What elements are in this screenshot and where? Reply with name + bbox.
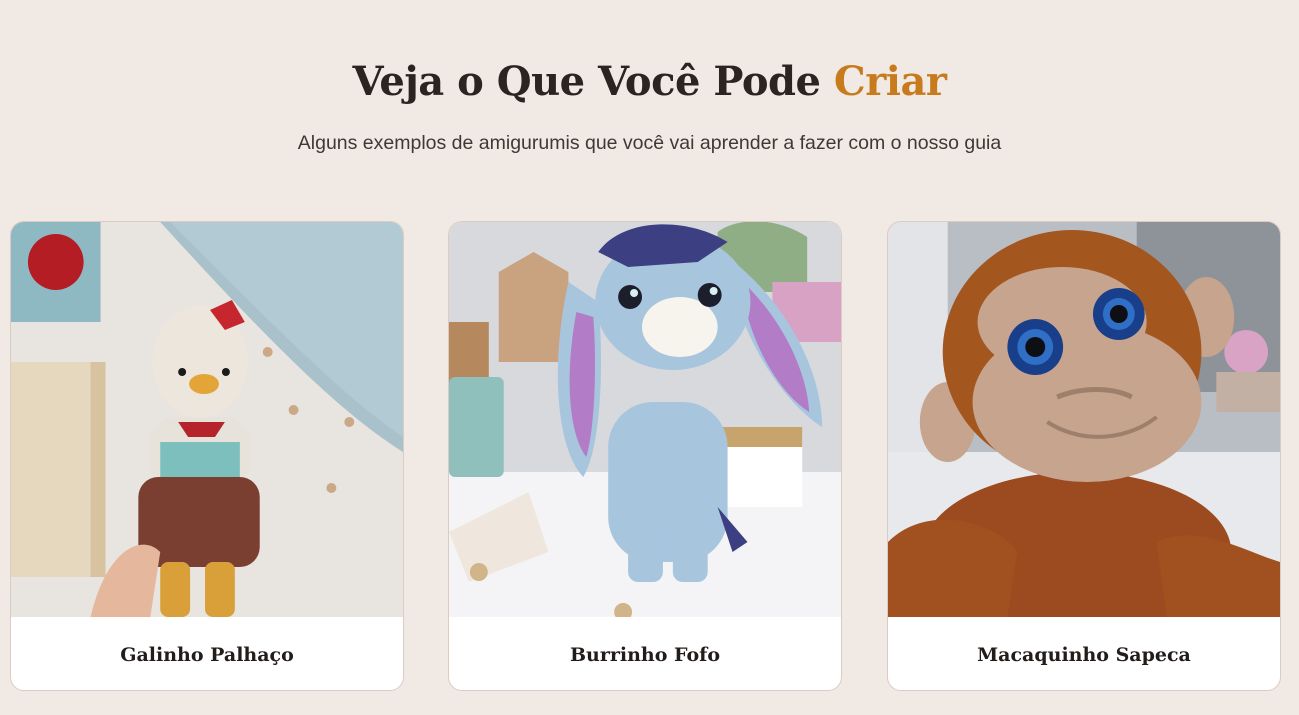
product-card-macaquinho[interactable]: Macaquinho Sapeca: [887, 221, 1281, 691]
galinho-photo: [11, 222, 403, 617]
product-card-title: Galinho Palhaço: [120, 643, 294, 666]
burrinho-photo: [449, 222, 841, 617]
section-subtitle: Alguns exemplos de amigurumis que você v…: [297, 132, 1002, 154]
product-card-title: Macaquinho Sapeca: [977, 643, 1191, 666]
product-card-galinho[interactable]: Galinho Palhaço: [10, 221, 404, 691]
section-title-accent: Criar: [833, 58, 947, 105]
section-title-main: Veja o Que Você Pode: [352, 58, 834, 105]
section-title: Veja o Que Você Pode Criar: [0, 58, 1299, 105]
product-card-burrinho[interactable]: Burrinho Fofo: [448, 221, 842, 691]
macaquinho-photo: [888, 222, 1280, 617]
product-card-title: Burrinho Fofo: [570, 643, 720, 666]
